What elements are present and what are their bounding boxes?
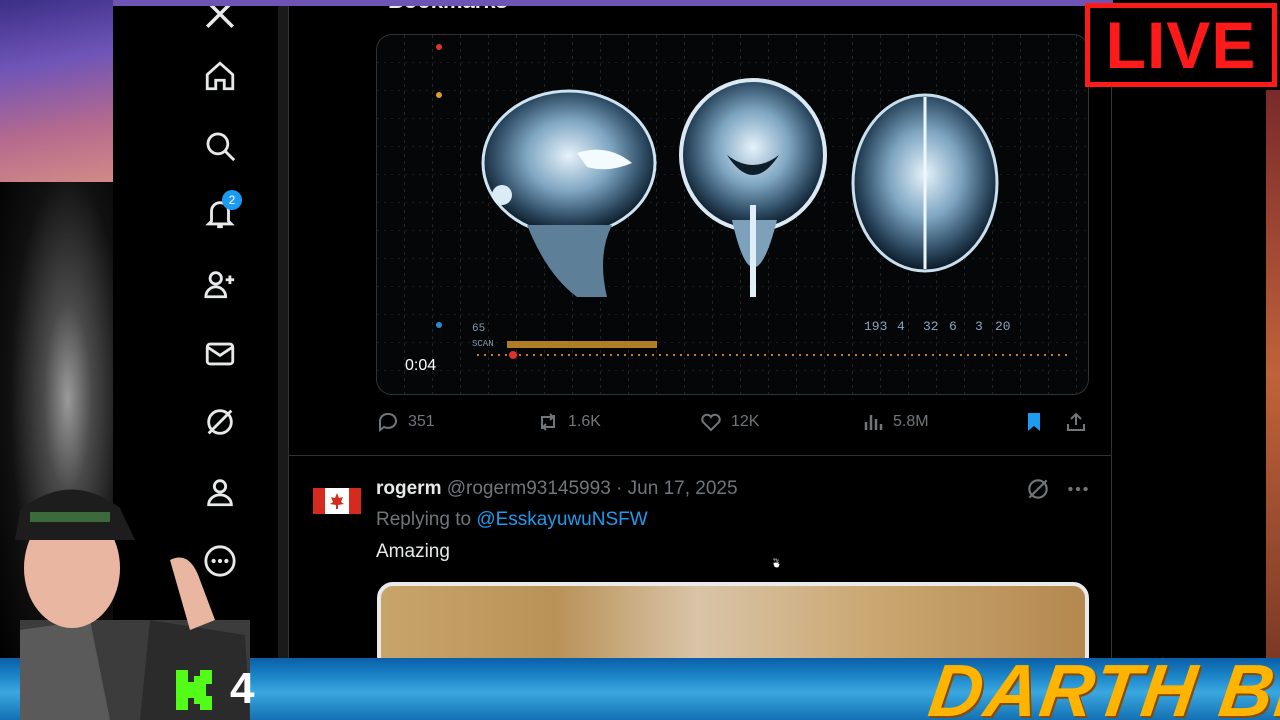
reply-button[interactable]: 351: [376, 410, 435, 434]
reply-icon: [378, 412, 397, 432]
share-button[interactable]: [1064, 410, 1088, 434]
sidebar-divider: [278, 6, 288, 658]
grok-icon[interactable]: [1025, 476, 1051, 502]
more-options-icon[interactable]: [1065, 476, 1091, 502]
scan-label: SCAN: [472, 339, 494, 349]
like-button[interactable]: 12K: [699, 410, 759, 434]
reply-author-handle[interactable]: @rogerm93145993: [447, 478, 611, 499]
tweet-action-bar: 351 1.6K 12K 5.8M: [376, 410, 1096, 440]
grok-icon[interactable]: [200, 402, 240, 442]
bookmark-icon: [1028, 413, 1040, 431]
x-app-window: 2 Bookmarks: [113, 6, 1266, 658]
scan-number: 3: [975, 319, 983, 334]
stream-background-rock: [1265, 90, 1280, 660]
replying-to-prefix: Replying to: [376, 509, 472, 530]
views-count: 5.8M: [893, 413, 929, 430]
scan-number: 193: [864, 319, 887, 334]
repost-button[interactable]: 1.6K: [536, 410, 601, 434]
video-player[interactable]: 65 SCAN 193 4 32 6 3 20 0:04: [376, 34, 1089, 395]
reply-text: Amazing: [376, 541, 450, 562]
tweet-separator: [288, 455, 1112, 456]
home-icon[interactable]: [200, 56, 240, 96]
reply-header: rogerm @rogerm93145993 · Jun 17, 2025: [376, 478, 738, 500]
repost-icon: [541, 413, 555, 431]
scan-number: 20: [995, 319, 1011, 334]
search-icon[interactable]: [200, 126, 240, 166]
kick-viewer-count: 4: [230, 664, 255, 713]
streamer-brand-name: DARTH BLAZE: [924, 649, 1280, 720]
notifications-badge: 2: [222, 190, 242, 210]
like-count: 12K: [731, 413, 760, 430]
video-timestamp: 0:04: [405, 357, 437, 374]
page-title: Bookmarks: [388, 6, 508, 14]
reply-media[interactable]: [377, 582, 1089, 658]
mouse-cursor-icon: [772, 552, 781, 569]
reply-dot-separator: ·: [616, 478, 623, 499]
scan-number: 6: [949, 319, 957, 334]
stream-background-sky: [0, 0, 113, 182]
scan-label-65: 65: [472, 323, 485, 335]
bookmark-button[interactable]: [1022, 410, 1046, 434]
replying-to-line: Replying to @EsskayuwuNSFW: [376, 509, 648, 531]
live-badge: LIVE: [1085, 3, 1277, 87]
streamer-webcam: [15, 489, 250, 720]
heart-icon: [701, 413, 721, 432]
x-logo-icon[interactable]: [200, 6, 240, 34]
repost-count: 1.6K: [568, 413, 601, 430]
messages-icon[interactable]: [200, 334, 240, 374]
reply-count: 351: [408, 413, 435, 430]
analytics-icon: [864, 415, 883, 430]
replying-to-link[interactable]: @EsskayuwuNSFW: [476, 509, 647, 530]
share-icon: [1067, 412, 1085, 431]
notifications-icon[interactable]: 2: [200, 190, 242, 234]
reply-author-name[interactable]: rogerm: [376, 478, 441, 499]
views-button[interactable]: 5.8M: [861, 410, 929, 434]
mri-scan-image: 65 SCAN 193 4 32 6 3 20: [377, 35, 1088, 394]
follow-icon[interactable]: [200, 264, 240, 304]
scan-number: 4: [897, 319, 905, 334]
reply-date[interactable]: Jun 17, 2025: [628, 478, 738, 499]
scan-number: 32: [923, 319, 939, 334]
avatar[interactable]: [313, 484, 361, 518]
live-label: LIVE: [1105, 8, 1257, 82]
kick-logo-icon: [176, 670, 212, 710]
